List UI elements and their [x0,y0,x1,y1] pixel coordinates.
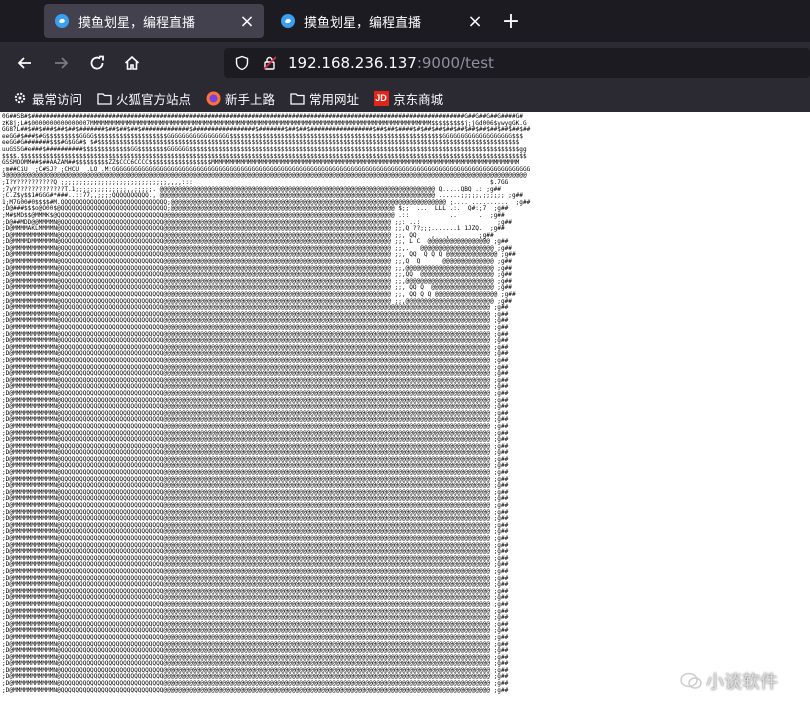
bookmark-firefox-official[interactable]: 火狐官方站点 [96,89,191,108]
bookmark-jd[interactable]: JD 京东商城 [373,89,443,108]
close-icon[interactable]: × [236,10,258,32]
bookmark-most-visited[interactable]: 最常访问 [12,89,82,108]
watermark: 小谈软件 [680,668,778,694]
address-bar[interactable]: 192.168.236.137:9000/test [224,48,810,78]
back-button[interactable] [11,49,39,77]
folder-icon [289,90,305,106]
new-tab-button[interactable]: + [498,8,524,34]
firefox-icon [205,90,221,106]
url-host: 192.168.236.137 [288,54,417,72]
url-text[interactable]: 192.168.236.137:9000/test [288,54,494,72]
watermark-text: 小谈软件 [706,672,778,693]
reload-icon [90,55,104,70]
home-icon [124,55,140,70]
bookmark-label: 最常访问 [32,91,83,107]
bookmark-label: 常用网址 [309,91,360,107]
home-button[interactable] [118,49,146,77]
folder-icon [96,90,112,106]
tab-inactive[interactable]: 摸鱼划星，编程直播 × [270,4,492,38]
navigation-toolbar: 192.168.236.137:9000/test [0,42,810,84]
gear-icon [12,90,28,106]
jd-icon: JD [373,90,389,106]
shield-icon[interactable] [234,55,250,71]
wechat-icon [680,672,702,689]
bookmark-getting-started[interactable]: 新手上路 [205,89,275,108]
tab-title: 摸鱼划星，编程直播 [304,15,422,31]
bookmark-common-sites[interactable]: 常用网址 [289,89,359,108]
bookmarks-toolbar: 最常访问 火狐官方站点 新手上路 常用网址 JD 京东商城 [0,84,810,112]
tab-bar: 摸鱼划星，编程直播 × 摸鱼划星，编程直播 × + [0,0,810,42]
forward-button[interactable] [47,49,75,77]
insecure-lock-icon[interactable] [262,55,278,71]
arrow-left-icon [17,57,31,69]
bookmark-label: 京东商城 [393,91,444,107]
reload-button[interactable] [83,49,111,77]
ascii-art-text: 0G##SB#$################################… [2,113,531,694]
fish-icon [281,14,295,28]
page-content: 0G##SB#$################################… [0,112,810,715]
bookmark-label: 火狐官方站点 [116,91,192,107]
arrow-right-icon [55,57,69,69]
fish-icon [55,14,69,28]
tab-active[interactable]: 摸鱼划星，编程直播 × [44,4,264,38]
close-icon[interactable]: × [464,10,486,32]
url-path: :9000/test [416,54,494,72]
tab-title: 摸鱼划星，编程直播 [78,15,196,31]
bookmark-label: 新手上路 [225,91,276,107]
